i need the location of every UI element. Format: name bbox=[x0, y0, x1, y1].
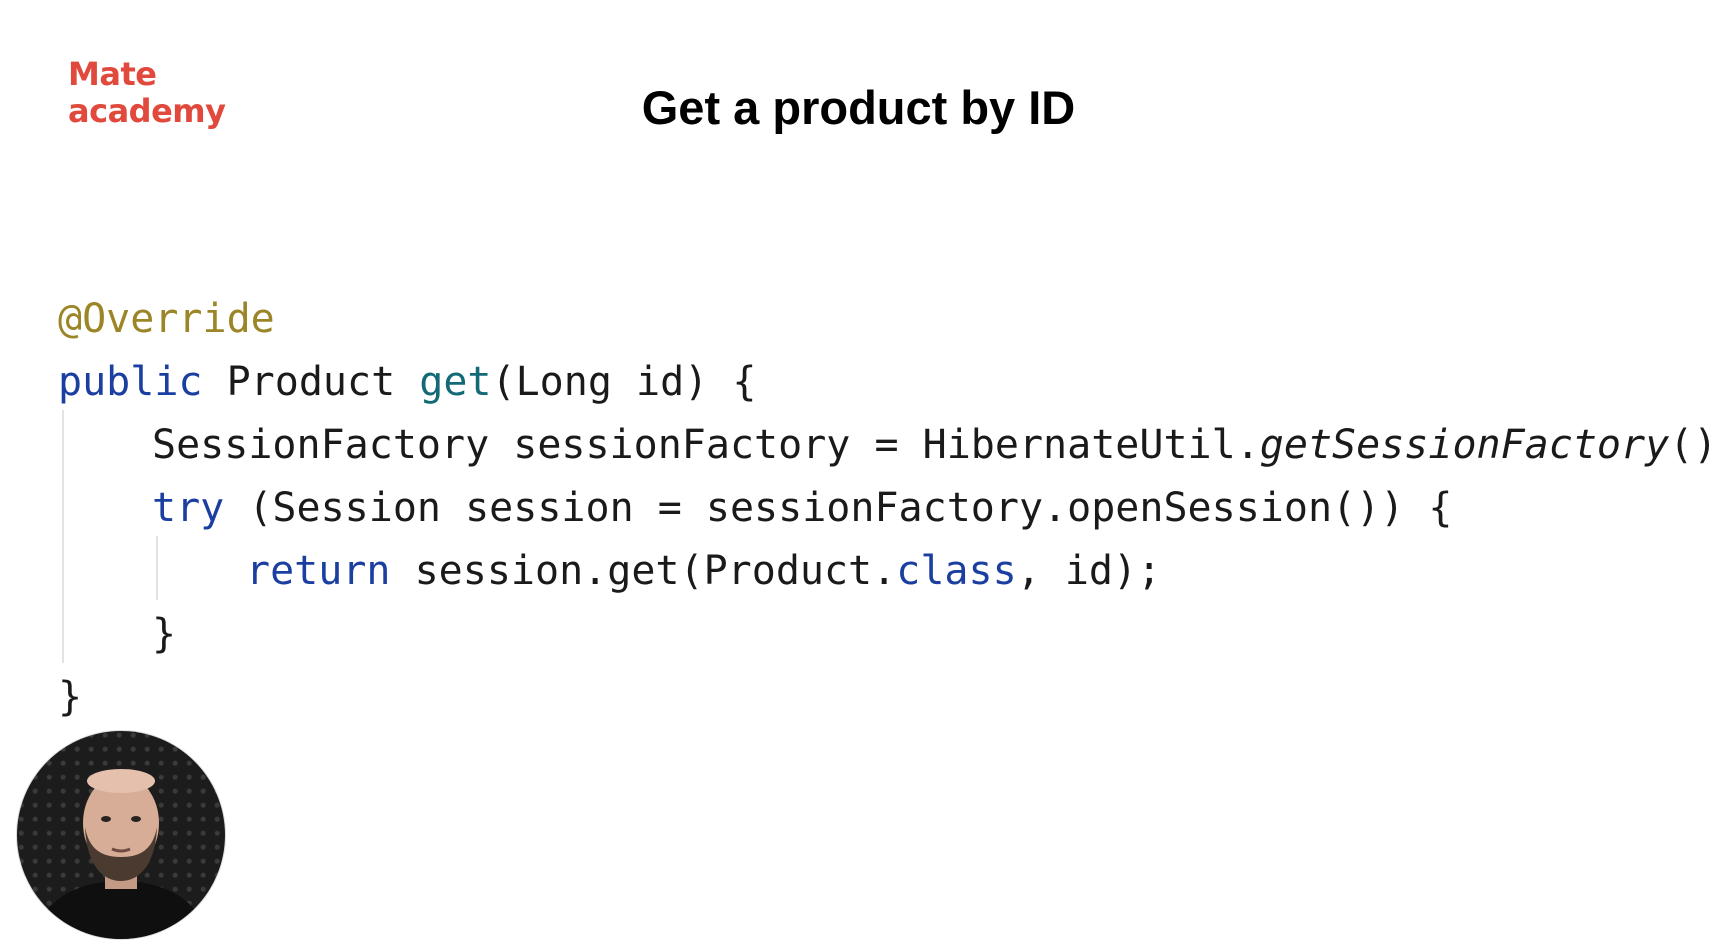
keyword-token: return bbox=[246, 548, 391, 594]
keyword-token: class bbox=[896, 548, 1017, 594]
code-line-5: return session.get(Product.class, id); bbox=[58, 540, 1717, 603]
code-text: } bbox=[58, 674, 83, 720]
code-line-6: } bbox=[58, 603, 1717, 666]
code-line-4: try (Session session = sessionFactory.op… bbox=[58, 477, 1717, 540]
code-line-2: public Product get(Long id) { bbox=[58, 351, 1717, 414]
code-line-7: } bbox=[58, 666, 1717, 729]
static-method-token: getSessionFactory bbox=[1259, 422, 1670, 468]
code-text: SessionFactory sessionFactory = Hibernat… bbox=[152, 422, 1260, 468]
keyword-token: try bbox=[152, 485, 225, 531]
presenter-webcam-icon bbox=[35, 769, 207, 939]
slide-title: Get a product by ID bbox=[641, 81, 1076, 134]
code-line-3: SessionFactory sessionFactory = Hibernat… bbox=[58, 414, 1717, 477]
method-name-token: get bbox=[419, 359, 492, 405]
presenter-avatar bbox=[17, 731, 225, 939]
keyword-token: public bbox=[58, 359, 203, 405]
code-text: Product bbox=[202, 359, 420, 405]
code-text: (Long id) { bbox=[491, 359, 757, 405]
code-text: (); bbox=[1669, 422, 1717, 468]
code-text: } bbox=[152, 611, 177, 657]
code-line-1: @Override bbox=[58, 288, 1717, 351]
annotation-token: @Override bbox=[58, 296, 275, 342]
code-text: session.get(Product. bbox=[390, 548, 897, 594]
code-text: , id); bbox=[1016, 548, 1162, 594]
code-block: @Override public Product get(Long id) { … bbox=[58, 288, 1717, 729]
code-text: (Session session = sessionFactory.openSe… bbox=[224, 485, 1453, 531]
